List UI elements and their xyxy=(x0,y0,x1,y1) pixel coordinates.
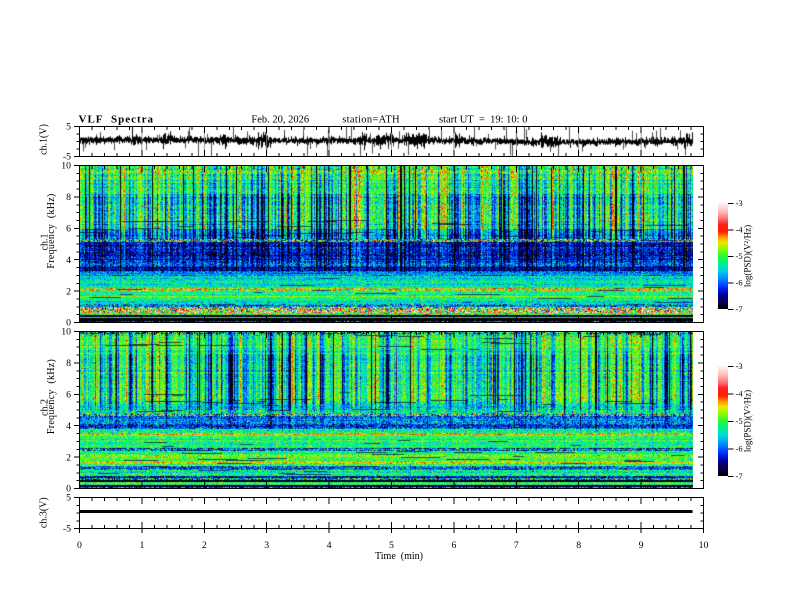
svg-text:4: 4 xyxy=(66,421,71,432)
svg-text:Frequency (kHz): Frequency (kHz) xyxy=(46,359,57,434)
svg-text:VLF Spectra: VLF Spectra xyxy=(79,113,155,125)
svg-text:Frequency (kHz): Frequency (kHz) xyxy=(46,193,57,268)
svg-text:-3: -3 xyxy=(736,198,743,208)
svg-text:9: 9 xyxy=(639,540,644,551)
svg-text:5: 5 xyxy=(389,540,394,551)
svg-text:Time (min): Time (min) xyxy=(375,551,423,562)
svg-text:-3: -3 xyxy=(736,361,743,371)
svg-text:0: 0 xyxy=(77,540,82,551)
svg-text:2: 2 xyxy=(202,540,207,551)
svg-text:10: 10 xyxy=(61,161,71,172)
svg-text:7: 7 xyxy=(514,540,519,551)
svg-text:3: 3 xyxy=(264,540,269,551)
svg-text:10: 10 xyxy=(699,540,709,551)
svg-text:5: 5 xyxy=(66,493,71,504)
svg-text:8: 8 xyxy=(66,358,71,369)
svg-text:6: 6 xyxy=(66,390,71,401)
svg-text:2: 2 xyxy=(66,452,71,463)
svg-text:Feb. 20, 2026: Feb. 20, 2026 xyxy=(251,114,309,125)
svg-text:start UT = 19: 10: 0: start UT = 19: 10: 0 xyxy=(439,114,527,125)
svg-text:8: 8 xyxy=(576,540,581,551)
svg-text:log(PSD)(V²/Hz): log(PSD)(V²/Hz) xyxy=(743,225,753,287)
svg-text:6: 6 xyxy=(66,224,71,235)
svg-text:ch.3(V): ch.3(V) xyxy=(39,497,50,528)
svg-text:1: 1 xyxy=(139,540,144,551)
svg-text:2: 2 xyxy=(66,286,71,297)
svg-text:ch.1(V): ch.1(V) xyxy=(39,124,50,155)
svg-text:8: 8 xyxy=(66,192,71,203)
svg-text:-7: -7 xyxy=(736,304,743,314)
svg-text:5: 5 xyxy=(66,122,71,133)
svg-text:10: 10 xyxy=(61,327,71,338)
svg-text:-7: -7 xyxy=(736,471,743,481)
svg-text:6: 6 xyxy=(451,540,456,551)
svg-text:log(PSD)(V²/Hz): log(PSD)(V²/Hz) xyxy=(743,390,753,452)
svg-text:4: 4 xyxy=(327,540,332,551)
svg-text:4: 4 xyxy=(66,255,71,266)
svg-text:station=ATH: station=ATH xyxy=(342,114,400,125)
svg-text:-5: -5 xyxy=(63,524,71,535)
